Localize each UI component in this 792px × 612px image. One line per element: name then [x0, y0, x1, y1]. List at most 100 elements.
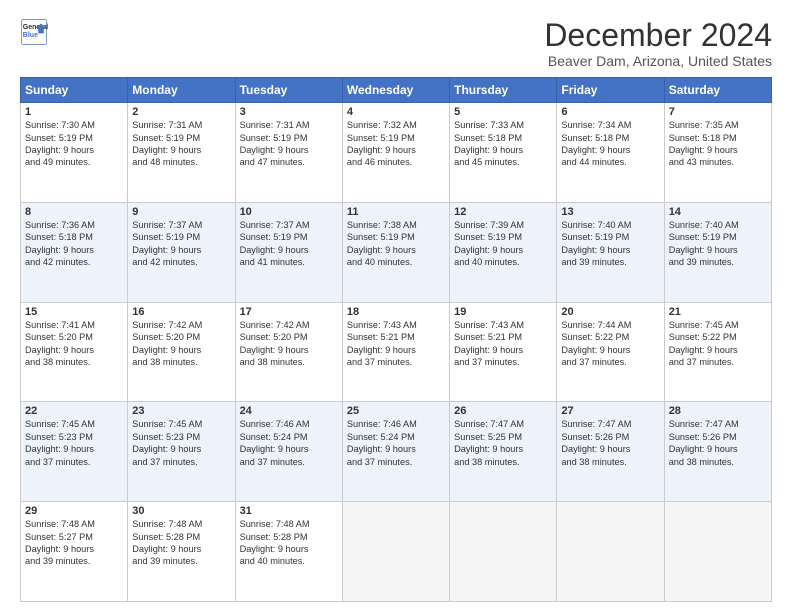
cell-content: Sunrise: 7:40 AMSunset: 5:19 PMDaylight:…	[669, 220, 739, 267]
table-row: 15Sunrise: 7:41 AMSunset: 5:20 PMDayligh…	[21, 302, 128, 402]
day-number: 7	[669, 106, 767, 118]
day-number: 20	[561, 306, 659, 318]
table-row	[557, 502, 664, 602]
table-row: 7 Sunrise: 7:35 AMSunset: 5:18 PMDaylight…	[664, 103, 771, 203]
cell-content: Sunrise: 7:45 AMSunset: 5:23 PMDaylight:…	[132, 419, 202, 466]
table-row: 28 Sunrise: 7:47 AMSunset: 5:26 PMDayligh…	[664, 402, 771, 502]
col-friday: Friday	[557, 78, 664, 103]
day-number: 1	[25, 106, 123, 118]
day-number: 16	[132, 306, 230, 318]
subtitle: Beaver Dam, Arizona, United States	[544, 53, 772, 69]
day-number: 10	[240, 206, 338, 218]
cell-content: Sunrise: 7:41 AMSunset: 5:20 PMDaylight:…	[25, 320, 95, 367]
cell-content: Sunrise: 7:37 AMSunset: 5:19 PMDaylight:…	[240, 220, 310, 267]
day-number: 19	[454, 306, 552, 318]
cell-content: Sunrise: 7:37 AMSunset: 5:19 PMDaylight:…	[132, 220, 202, 267]
main-title: December 2024	[544, 18, 772, 53]
table-row: 24 Sunrise: 7:46 AMSunset: 5:24 PMDayligh…	[235, 402, 342, 502]
day-number: 28	[669, 405, 767, 417]
table-row: 27 Sunrise: 7:47 AMSunset: 5:26 PMDayligh…	[557, 402, 664, 502]
calendar-week-row: 22 Sunrise: 7:45 AMSunset: 5:23 PMDayligh…	[21, 402, 772, 502]
table-row: 25Sunrise: 7:46 AMSunset: 5:24 PMDayligh…	[342, 402, 449, 502]
page: General Blue December 2024 Beaver Dam, A…	[0, 0, 792, 612]
day-number: 17	[240, 306, 338, 318]
cell-content: Sunrise: 7:45 AMSunset: 5:23 PMDaylight:…	[25, 419, 95, 466]
day-number: 11	[347, 206, 445, 218]
calendar-week-row: 29 Sunrise: 7:48 AMSunset: 5:27 PMDayligh…	[21, 502, 772, 602]
table-row: 17Sunrise: 7:42 AMSunset: 5:20 PMDayligh…	[235, 302, 342, 402]
cell-content: Sunrise: 7:43 AMSunset: 5:21 PMDaylight:…	[347, 320, 417, 367]
table-row	[664, 502, 771, 602]
cell-content: Sunrise: 7:31 AMSunset: 5:19 PMDaylight:…	[240, 120, 310, 167]
day-number: 6	[561, 106, 659, 118]
day-number: 25	[347, 405, 445, 417]
day-number: 13	[561, 206, 659, 218]
day-number: 24	[240, 405, 338, 417]
day-number: 27	[561, 405, 659, 417]
cell-content: Sunrise: 7:46 AMSunset: 5:24 PMDaylight:…	[240, 419, 310, 466]
cell-content: Sunrise: 7:33 AMSunset: 5:18 PMDaylight:…	[454, 120, 524, 167]
cell-content: Sunrise: 7:47 AMSunset: 5:25 PMDaylight:…	[454, 419, 524, 466]
day-number: 23	[132, 405, 230, 417]
calendar-header-row: Sunday Monday Tuesday Wednesday Thursday…	[21, 78, 772, 103]
cell-content: Sunrise: 7:43 AMSunset: 5:21 PMDaylight:…	[454, 320, 524, 367]
table-row: 13 Sunrise: 7:40 AMSunset: 5:19 PMDayligh…	[557, 202, 664, 302]
day-number: 18	[347, 306, 445, 318]
header: General Blue December 2024 Beaver Dam, A…	[20, 18, 772, 69]
cell-content: Sunrise: 7:47 AMSunset: 5:26 PMDaylight:…	[669, 419, 739, 466]
table-row	[450, 502, 557, 602]
cell-content: Sunrise: 7:48 AMSunset: 5:28 PMDaylight:…	[240, 519, 310, 566]
table-row	[342, 502, 449, 602]
col-wednesday: Wednesday	[342, 78, 449, 103]
cell-content: Sunrise: 7:47 AMSunset: 5:26 PMDaylight:…	[561, 419, 631, 466]
cell-content: Sunrise: 7:39 AMSunset: 5:19 PMDaylight:…	[454, 220, 524, 267]
day-number: 26	[454, 405, 552, 417]
table-row: 2 Sunrise: 7:31 AMSunset: 5:19 PMDaylight…	[128, 103, 235, 203]
table-row: 6 Sunrise: 7:34 AMSunset: 5:18 PMDaylight…	[557, 103, 664, 203]
cell-content: Sunrise: 7:40 AMSunset: 5:19 PMDaylight:…	[561, 220, 631, 267]
cell-content: Sunrise: 7:31 AMSunset: 5:19 PMDaylight:…	[132, 120, 202, 167]
table-row: 20 Sunrise: 7:44 AMSunset: 5:22 PMDayligh…	[557, 302, 664, 402]
day-number: 31	[240, 505, 338, 517]
logo-icon: General Blue	[20, 18, 48, 46]
table-row: 16Sunrise: 7:42 AMSunset: 5:20 PMDayligh…	[128, 302, 235, 402]
calendar-table: Sunday Monday Tuesday Wednesday Thursday…	[20, 77, 772, 602]
col-saturday: Saturday	[664, 78, 771, 103]
col-thursday: Thursday	[450, 78, 557, 103]
cell-content: Sunrise: 7:44 AMSunset: 5:22 PMDaylight:…	[561, 320, 631, 367]
calendar-week-row: 15Sunrise: 7:41 AMSunset: 5:20 PMDayligh…	[21, 302, 772, 402]
day-number: 30	[132, 505, 230, 517]
table-row: 3Sunrise: 7:31 AMSunset: 5:19 PMDaylight…	[235, 103, 342, 203]
col-tuesday: Tuesday	[235, 78, 342, 103]
cell-content: Sunrise: 7:48 AMSunset: 5:27 PMDaylight:…	[25, 519, 95, 566]
table-row: 19 Sunrise: 7:43 AMSunset: 5:21 PMDayligh…	[450, 302, 557, 402]
cell-content: Sunrise: 7:30 AMSunset: 5:19 PMDaylight:…	[25, 120, 95, 167]
table-row: 22 Sunrise: 7:45 AMSunset: 5:23 PMDayligh…	[21, 402, 128, 502]
table-row: 26 Sunrise: 7:47 AMSunset: 5:25 PMDayligh…	[450, 402, 557, 502]
day-number: 2	[132, 106, 230, 118]
table-row: 4Sunrise: 7:32 AMSunset: 5:19 PMDaylight…	[342, 103, 449, 203]
calendar-week-row: 8Sunrise: 7:36 AMSunset: 5:18 PMDaylight…	[21, 202, 772, 302]
col-monday: Monday	[128, 78, 235, 103]
table-row: 5 Sunrise: 7:33 AMSunset: 5:18 PMDaylight…	[450, 103, 557, 203]
logo: General Blue	[20, 18, 48, 46]
day-number: 5	[454, 106, 552, 118]
cell-content: Sunrise: 7:48 AMSunset: 5:28 PMDaylight:…	[132, 519, 202, 566]
day-number: 21	[669, 306, 767, 318]
cell-content: Sunrise: 7:35 AMSunset: 5:18 PMDaylight:…	[669, 120, 739, 167]
title-block: December 2024 Beaver Dam, Arizona, Unite…	[544, 18, 772, 69]
cell-content: Sunrise: 7:36 AMSunset: 5:18 PMDaylight:…	[25, 220, 95, 267]
cell-content: Sunrise: 7:38 AMSunset: 5:19 PMDaylight:…	[347, 220, 417, 267]
table-row: 8Sunrise: 7:36 AMSunset: 5:18 PMDaylight…	[21, 202, 128, 302]
day-number: 22	[25, 405, 123, 417]
table-row: 14 Sunrise: 7:40 AMSunset: 5:19 PMDayligh…	[664, 202, 771, 302]
table-row: 9Sunrise: 7:37 AMSunset: 5:19 PMDaylight…	[128, 202, 235, 302]
day-number: 29	[25, 505, 123, 517]
table-row: 29 Sunrise: 7:48 AMSunset: 5:27 PMDayligh…	[21, 502, 128, 602]
table-row: 10 Sunrise: 7:37 AMSunset: 5:19 PMDayligh…	[235, 202, 342, 302]
svg-text:Blue: Blue	[23, 32, 38, 39]
day-number: 14	[669, 206, 767, 218]
cell-content: Sunrise: 7:34 AMSunset: 5:18 PMDaylight:…	[561, 120, 631, 167]
table-row: 30 Sunrise: 7:48 AMSunset: 5:28 PMDayligh…	[128, 502, 235, 602]
table-row: 12Sunrise: 7:39 AMSunset: 5:19 PMDayligh…	[450, 202, 557, 302]
